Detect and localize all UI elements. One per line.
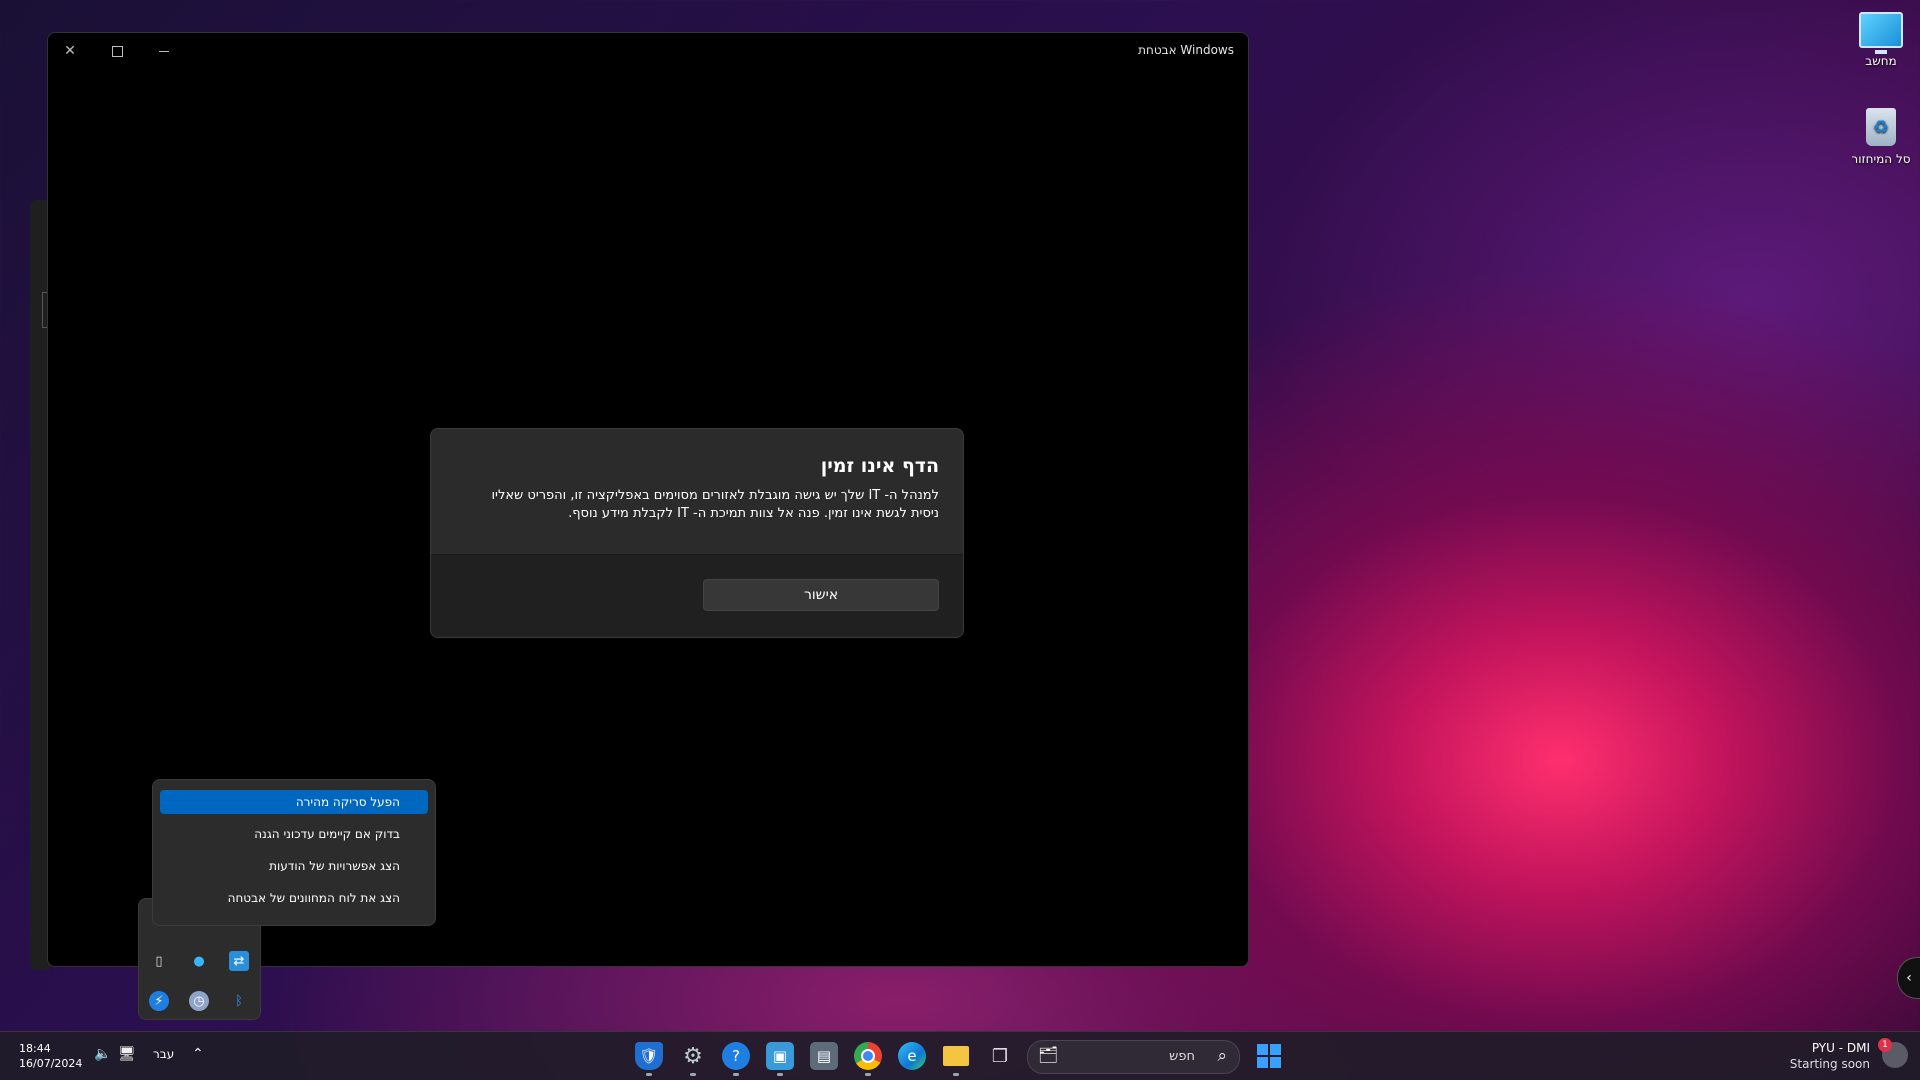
- taskbar-chrome[interactable]: [854, 1042, 882, 1076]
- maximize-icon: [111, 45, 123, 57]
- close-button[interactable]: ✕: [58, 39, 82, 63]
- taskbar: 18:44 16/07/2024 🔈 🖥 עבר ⌃ 🛡 ⚙ ? ▣ ▤ e ❐…: [0, 1031, 1920, 1080]
- notification-center-button[interactable]: 1: [1878, 1038, 1908, 1068]
- taskbar-remote-desktop[interactable]: ▣: [766, 1042, 794, 1076]
- chrome-icon: [861, 1049, 875, 1063]
- taskbar-file-explorer[interactable]: [942, 1042, 970, 1076]
- menu-item-security-dashboard[interactable]: הצג את לוח המחוונים של אבטחה: [160, 886, 428, 910]
- menu-item-quick-scan[interactable]: הפעל סריקה מהירה: [160, 790, 428, 814]
- taskbar-task-view[interactable]: ❐: [986, 1042, 1014, 1070]
- chevron-left-icon: ‹: [1906, 970, 1912, 986]
- ok-button[interactable]: אישור: [703, 579, 939, 611]
- taskbar-app[interactable]: ▤: [810, 1042, 838, 1070]
- running-indicator: [865, 1073, 871, 1076]
- volume-icon[interactable]: 🔈: [94, 1046, 111, 1062]
- running-indicator: [690, 1073, 696, 1076]
- folder-icon: [943, 1046, 969, 1066]
- taskbar-help[interactable]: ?: [722, 1042, 750, 1076]
- desktop-icon-computer[interactable]: מחשב: [1836, 12, 1920, 68]
- edge-icon: e: [907, 1047, 917, 1065]
- chevron-up-icon[interactable]: ⌃: [192, 1046, 204, 1062]
- window-app-icon: ▤: [816, 1047, 832, 1065]
- search-box[interactable]: ⌕ חפש 🗂: [1027, 1040, 1240, 1074]
- running-indicator: [953, 1073, 959, 1076]
- clock-date: 16/07/2024: [19, 1057, 83, 1070]
- dialog-title: הדף אינו זמין: [820, 455, 939, 477]
- clock-time: 18:44: [19, 1042, 51, 1055]
- menu-item-notification-options[interactable]: הצג אפשרויות של הודעות: [160, 854, 428, 878]
- taskbar-defender[interactable]: 🛡: [635, 1042, 663, 1076]
- desktop-icon-label: סל המיחזור: [1851, 152, 1911, 166]
- dialog-message-line-1: למנהל ה- IT שלך יש גישה מוגבלת לאזורים מ…: [491, 488, 939, 503]
- running-indicator: [777, 1073, 783, 1076]
- widget-news[interactable]: PYU - DMI Starting soon: [1790, 1040, 1870, 1072]
- maximize-button[interactable]: [105, 39, 129, 63]
- help-icon: ?: [732, 1047, 740, 1065]
- computer-icon: [1859, 12, 1903, 54]
- dialog-message-line-2: ניסית לגשת אינו זמין. פנה אל צוות תמיכת …: [568, 506, 939, 521]
- task-view-icon: ❐: [991, 1045, 1009, 1067]
- page-unavailable-dialog: הדף אינו זמין למנהל ה- IT שלך יש גישה מו…: [430, 428, 964, 638]
- network-icon[interactable]: 🖥: [118, 1046, 136, 1062]
- shield-icon: 🛡: [639, 1047, 659, 1065]
- close-icon: ✕: [64, 43, 76, 59]
- power-tray-icon[interactable]: ⚡: [149, 991, 169, 1011]
- search-placeholder: חפש: [1169, 1049, 1195, 1064]
- side-panel-toggle[interactable]: ‹: [1897, 957, 1920, 999]
- clock[interactable]: 18:44 16/07/2024: [19, 1041, 82, 1071]
- language-indicator[interactable]: עבר: [153, 1047, 174, 1061]
- desktop-icon-label: מחשב: [1865, 54, 1897, 68]
- menu-item-check-updates[interactable]: בדוק אם קיימים עדכוני הגנה: [160, 822, 428, 846]
- remote-tray-icon[interactable]: ⇄: [229, 951, 249, 971]
- widget-subtitle: Starting soon: [1789, 1057, 1870, 1071]
- minimize-icon: [159, 50, 169, 52]
- dialog-footer: אישור: [431, 554, 963, 637]
- dialog-message: למנהל ה- IT שלך יש גישה מוגבלת לאזורים מ…: [455, 487, 939, 523]
- gear-icon: ⚙: [683, 1043, 703, 1069]
- search-highlight-icon: 🗂: [1038, 1045, 1059, 1064]
- taskbar-settings[interactable]: ⚙: [679, 1042, 707, 1076]
- windows-logo-icon: [1257, 1044, 1268, 1055]
- minimize-button[interactable]: [152, 39, 176, 63]
- remote-desktop-icon: ▣: [772, 1047, 788, 1065]
- taskbar-edge[interactable]: e: [898, 1042, 926, 1070]
- window-title: אבטחת Windows: [1138, 43, 1234, 57]
- search-icon: ⌕: [1217, 1046, 1227, 1066]
- security-context-menu: הפעל סריקה מהירה בדוק אם קיימים עדכוני ה…: [152, 779, 436, 926]
- running-indicator: [646, 1073, 652, 1076]
- start-button[interactable]: [1257, 1044, 1281, 1068]
- widget-title: PYU - DMI: [1811, 1041, 1870, 1055]
- bluetooth-icon[interactable]: ᛒ: [229, 991, 249, 1011]
- notification-badge: 1: [1878, 1038, 1892, 1052]
- desktop-icon-recycle-bin[interactable]: ♻ סל המיחזור: [1836, 108, 1920, 166]
- app-tray-icon[interactable]: ●: [189, 951, 209, 971]
- clock-tray-icon[interactable]: ◷: [189, 991, 209, 1011]
- recycle-bin-icon: ♻: [1866, 108, 1896, 146]
- usb-icon[interactable]: ▯: [149, 951, 169, 971]
- title-bar[interactable]: אבטחת Windows ✕: [48, 33, 1248, 67]
- running-indicator: [733, 1073, 739, 1076]
